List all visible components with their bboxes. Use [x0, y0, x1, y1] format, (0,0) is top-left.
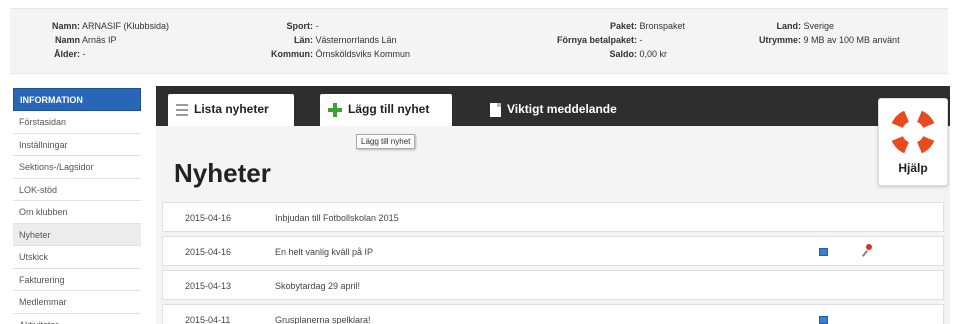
tab-label: Lägg till nyhet	[348, 102, 430, 116]
tooltip: Lägg till nyhet	[356, 134, 416, 149]
info-row: Ålder: -	[53, 49, 86, 59]
info-row: Kommun: Örnsköldsviks Kommun	[271, 49, 411, 59]
sidebar-item-medlemmar[interactable]: Medlemmar	[13, 291, 141, 314]
main-content: Lista nyheter Lägg till nyhet Viktigt me…	[156, 86, 950, 324]
news-date: 2015-04-13	[185, 281, 232, 291]
pin-icon[interactable]	[863, 244, 873, 258]
news-date: 2015-04-16	[185, 247, 232, 257]
info-row: Sport: -	[286, 21, 319, 31]
info-row: Län: Västernorrlands Län	[294, 35, 397, 45]
club-info-column-1: Namn: ARNASIF (Klubbsida) Namn Arnäs IP …	[28, 19, 169, 61]
sidebar-item-om-klubben[interactable]: Om klubben	[13, 201, 141, 224]
news-row[interactable]: 2015-04-16 Inbjudan till Fotbollskolan 2…	[162, 202, 944, 232]
news-list: 2015-04-16 Inbjudan till Fotbollskolan 2…	[162, 202, 944, 324]
news-date: 2015-04-16	[185, 213, 232, 223]
sidebar-item-sektioner[interactable]: Sektions-/Lagsidor	[13, 156, 141, 179]
tab-label: Viktigt meddelande	[507, 102, 617, 116]
sidebar-item-aktiviteter[interactable]: Aktiviteter	[13, 314, 141, 324]
tab-lagg-till-nyhet[interactable]: Lägg till nyhet	[320, 94, 452, 126]
info-row: Utrymme: 9 MB av 100 MB använt	[758, 35, 900, 45]
tab-label: Lista nyheter	[194, 102, 269, 116]
plus-icon	[328, 102, 342, 117]
page-title: Nyheter	[174, 158, 271, 188]
club-info-column-4: Land: Sverige Utrymme: 9 MB av 100 MB an…	[732, 19, 900, 47]
help-button[interactable]: Hjälp	[878, 98, 948, 186]
sidebar-item-installningar[interactable]: Inställningar	[13, 134, 141, 156]
list-icon	[176, 103, 188, 116]
info-row: Förnya betalpaket: -	[556, 35, 643, 45]
info-row: Land: Sverige	[776, 21, 835, 31]
sidebar-item-lok-stod[interactable]: LOK-stöd	[13, 179, 141, 201]
news-title[interactable]: Skobytardag 29 april!	[275, 271, 360, 301]
sidebar-item-fakturering[interactable]: Fakturering	[13, 269, 141, 291]
news-title[interactable]: Inbjudan till Fotbollskolan 2015	[275, 203, 399, 233]
sidebar-item-forstasidan[interactable]: Förstasidan	[13, 111, 141, 134]
tab-viktigt-meddelande[interactable]: Viktigt meddelande	[482, 94, 682, 126]
tab-lista-nyheter[interactable]: Lista nyheter	[168, 94, 294, 126]
sidebar-item-nyheter[interactable]: Nyheter	[13, 223, 141, 246]
tab-bar: Lista nyheter Lägg till nyhet Viktigt me…	[156, 86, 950, 126]
club-info-column-3: Paket: Bronspaket Förnya betalpaket: - S…	[530, 19, 685, 61]
news-title[interactable]: En helt vanlig kväll på IP	[275, 237, 373, 267]
image-icon	[819, 248, 828, 256]
info-row: Namn Arnäs IP	[54, 35, 117, 45]
document-icon	[490, 102, 501, 117]
lifebuoy-icon	[882, 101, 944, 163]
news-date: 2015-04-11	[185, 315, 231, 324]
sidebar-item-utskick[interactable]: Utskick	[13, 246, 141, 269]
news-row[interactable]: 2015-04-11 Grusplanerna spelklara!	[162, 304, 944, 324]
club-info-column-2: Sport: - Län: Västernorrlands Län Kommun…	[244, 19, 410, 61]
news-row[interactable]: 2015-04-13 Skobytardag 29 april!	[162, 270, 944, 300]
image-icon	[819, 316, 828, 324]
sidebar-nav: INFORMATION Förstasidan Inställningar Se…	[13, 88, 141, 324]
news-row[interactable]: 2015-04-16 En helt vanlig kväll på IP	[162, 236, 944, 266]
info-row: Paket: Bronspaket	[609, 21, 686, 31]
info-row: Namn: ARNASIF (Klubbsida)	[51, 21, 170, 31]
help-label: Hjälp	[898, 161, 928, 175]
club-info-panel: Namn: ARNASIF (Klubbsida) Namn Arnäs IP …	[10, 8, 948, 74]
sidebar-heading[interactable]: INFORMATION	[13, 88, 141, 111]
info-row: Saldo: 0,00 kr	[609, 49, 668, 59]
news-title[interactable]: Grusplanerna spelklara!	[275, 305, 371, 324]
